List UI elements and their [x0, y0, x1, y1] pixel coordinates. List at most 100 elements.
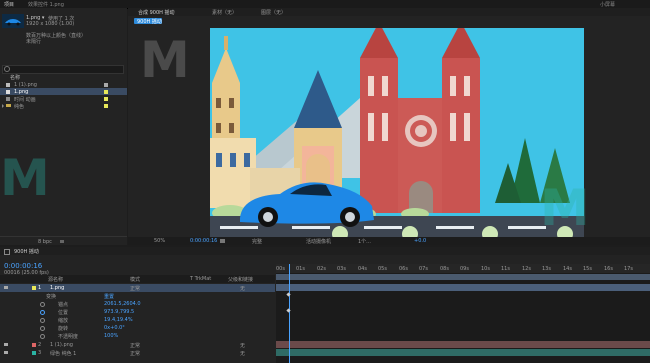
property-row[interactable]: 位置 973.9,799.5 [0, 308, 275, 316]
property-row[interactable]: 锚点 2061.5,2604.0 [0, 300, 275, 308]
layer-name[interactable]: 绿色 纯色 1 [50, 350, 76, 357]
name-column-header[interactable]: 名称 [10, 74, 20, 81]
col-parent[interactable]: 父级和链接 [228, 276, 253, 283]
property-value[interactable]: 重置 [104, 293, 114, 300]
bpc-label[interactable]: 8 bpc [38, 239, 52, 245]
stopwatch-icon[interactable] [40, 310, 45, 315]
track-area[interactable]: 00s 01s 02s 03s 04s 05s 06s 07s 08s 09s … [276, 264, 650, 363]
eye-icon[interactable] [4, 351, 8, 354]
stopwatch-icon[interactable] [40, 318, 45, 323]
effects-tab[interactable]: 效果控件 1.png [28, 1, 64, 8]
property-name: 变换 [46, 294, 57, 300]
composition-tabs: 合成 900H 摇动 素材（无） 图层（无） [128, 8, 650, 16]
project-tab[interactable]: 项目 [4, 1, 14, 8]
trash-icon[interactable] [60, 240, 64, 243]
file-desc2: 未隔行 [26, 39, 42, 45]
col-source-name[interactable]: 源名称 [48, 276, 63, 283]
eye-icon[interactable] [4, 286, 8, 289]
label-color-swatch[interactable] [104, 83, 108, 87]
layer-row[interactable]: 1 1.png 正常 无 [0, 284, 275, 292]
layer-row[interactable]: 2 1 (1).png 正常 无 [0, 341, 275, 349]
layer-bar[interactable] [276, 349, 650, 356]
timeline-tabs: 900H 摇动 [0, 247, 650, 255]
list-item[interactable]: 纯色 [0, 102, 127, 110]
property-name: 缩放 [58, 318, 69, 324]
tab-layer[interactable]: 图层（无） [261, 9, 286, 16]
stopwatch-icon[interactable] [40, 326, 45, 331]
zoom-dropdown[interactable]: 50% [154, 238, 165, 244]
image-file-icon [6, 83, 10, 87]
label-color-swatch[interactable] [104, 104, 108, 108]
tab-composition[interactable]: 合成 900H 摇动 [138, 9, 174, 16]
ruler-tick: 06s [399, 266, 408, 272]
ruler-tick: 01s [296, 266, 305, 272]
workspace-label[interactable]: 小屏幕 [600, 1, 615, 8]
property-row[interactable]: 不透明度 100% [0, 332, 275, 340]
property-row[interactable]: 旋转 0x+0.0° [0, 324, 275, 332]
layer-name[interactable]: 1 (1).png [50, 342, 73, 348]
property-value[interactable]: 0x+0.0° [104, 325, 125, 331]
layer-mode[interactable]: 正常 [130, 342, 140, 349]
search-icon [4, 66, 10, 72]
property-name: 旋转 [58, 326, 69, 332]
layer-number: 2 [38, 342, 42, 348]
label-color-swatch[interactable] [32, 343, 36, 347]
close-icon[interactable] [4, 249, 10, 255]
layer-mode[interactable]: 正常 [130, 350, 140, 357]
col-trkmat[interactable]: T TrkMat [190, 276, 211, 282]
layer-name[interactable]: 1.png [50, 285, 64, 291]
camera-dropdown[interactable]: 活动摄像机 [306, 238, 331, 245]
label-color-swatch[interactable] [104, 97, 108, 101]
col-mode[interactable]: 模式 [130, 276, 140, 283]
ruler-tick: 12s [522, 266, 531, 272]
layer-parent[interactable]: 无 [240, 285, 245, 292]
project-footer: 8 bpc [0, 236, 127, 246]
ruler-tick: 07s [419, 266, 428, 272]
work-area-bar[interactable] [276, 274, 650, 280]
ruler-tick: 02s [317, 266, 326, 272]
property-value[interactable]: 973.9,799.5 [104, 309, 134, 315]
layer-bar[interactable] [276, 284, 650, 291]
composition-viewer[interactable] [210, 28, 584, 239]
eye-icon[interactable] [4, 343, 8, 346]
car-thumbnail-icon [2, 14, 24, 28]
playhead[interactable] [289, 264, 290, 363]
layer-row[interactable]: 3 绿色 纯色 1 正常 无 [0, 349, 275, 357]
layer-mode[interactable]: 正常 [130, 285, 140, 292]
layer-parent[interactable]: 无 [240, 342, 245, 349]
stopwatch-icon[interactable] [40, 302, 45, 307]
expand-triangle-icon[interactable] [2, 104, 4, 108]
list-item[interactable]: 1.png [0, 88, 127, 95]
list-item[interactable]: 1 (1).png [0, 81, 127, 88]
layer-parent[interactable]: 无 [240, 350, 245, 357]
layer-bar[interactable] [276, 341, 650, 348]
ruler-tick: 15s [583, 266, 592, 272]
label-color-swatch[interactable] [104, 90, 108, 94]
quality-dropdown[interactable]: 完整 [252, 238, 262, 245]
property-value[interactable]: 2061.5,2604.0 [104, 301, 141, 307]
timeline-tab[interactable]: 900H 摇动 [14, 248, 39, 255]
property-row[interactable]: 缩放 19.4,19.4% [0, 316, 275, 324]
camera-icon[interactable] [220, 239, 225, 243]
property-value[interactable]: 100% [104, 333, 118, 339]
folder-icon [6, 104, 11, 107]
comp-subtab[interactable]: 900H 摇动 [134, 18, 162, 25]
stopwatch-icon[interactable] [40, 334, 45, 339]
tab-footage[interactable]: 素材（无） [212, 9, 237, 16]
list-item[interactable]: 时间 动画 [0, 95, 127, 103]
comp-subtab-label: 900H 摇动 [137, 19, 162, 25]
ruler-tick: 08s [440, 266, 449, 272]
exposure-value[interactable]: +0.0 [414, 238, 426, 244]
property-row[interactable]: 变换 重置 [0, 292, 275, 300]
search-input[interactable] [2, 65, 124, 74]
label-color-swatch[interactable] [32, 286, 36, 290]
ruler-tick: 11s [501, 266, 510, 272]
viewer-timecode[interactable]: 0:00:00:16 [190, 238, 217, 244]
ruler-tick: 14s [563, 266, 572, 272]
label-color-swatch[interactable] [32, 351, 36, 355]
ruler-tick: 09s [460, 266, 469, 272]
views-dropdown[interactable]: 1个... [358, 238, 371, 245]
timeline-timecode[interactable]: 0:00:00:16 [4, 262, 42, 270]
time-ruler[interactable]: 00s 01s 02s 03s 04s 05s 06s 07s 08s 09s … [276, 264, 650, 273]
property-value[interactable]: 19.4,19.4% [104, 317, 133, 323]
